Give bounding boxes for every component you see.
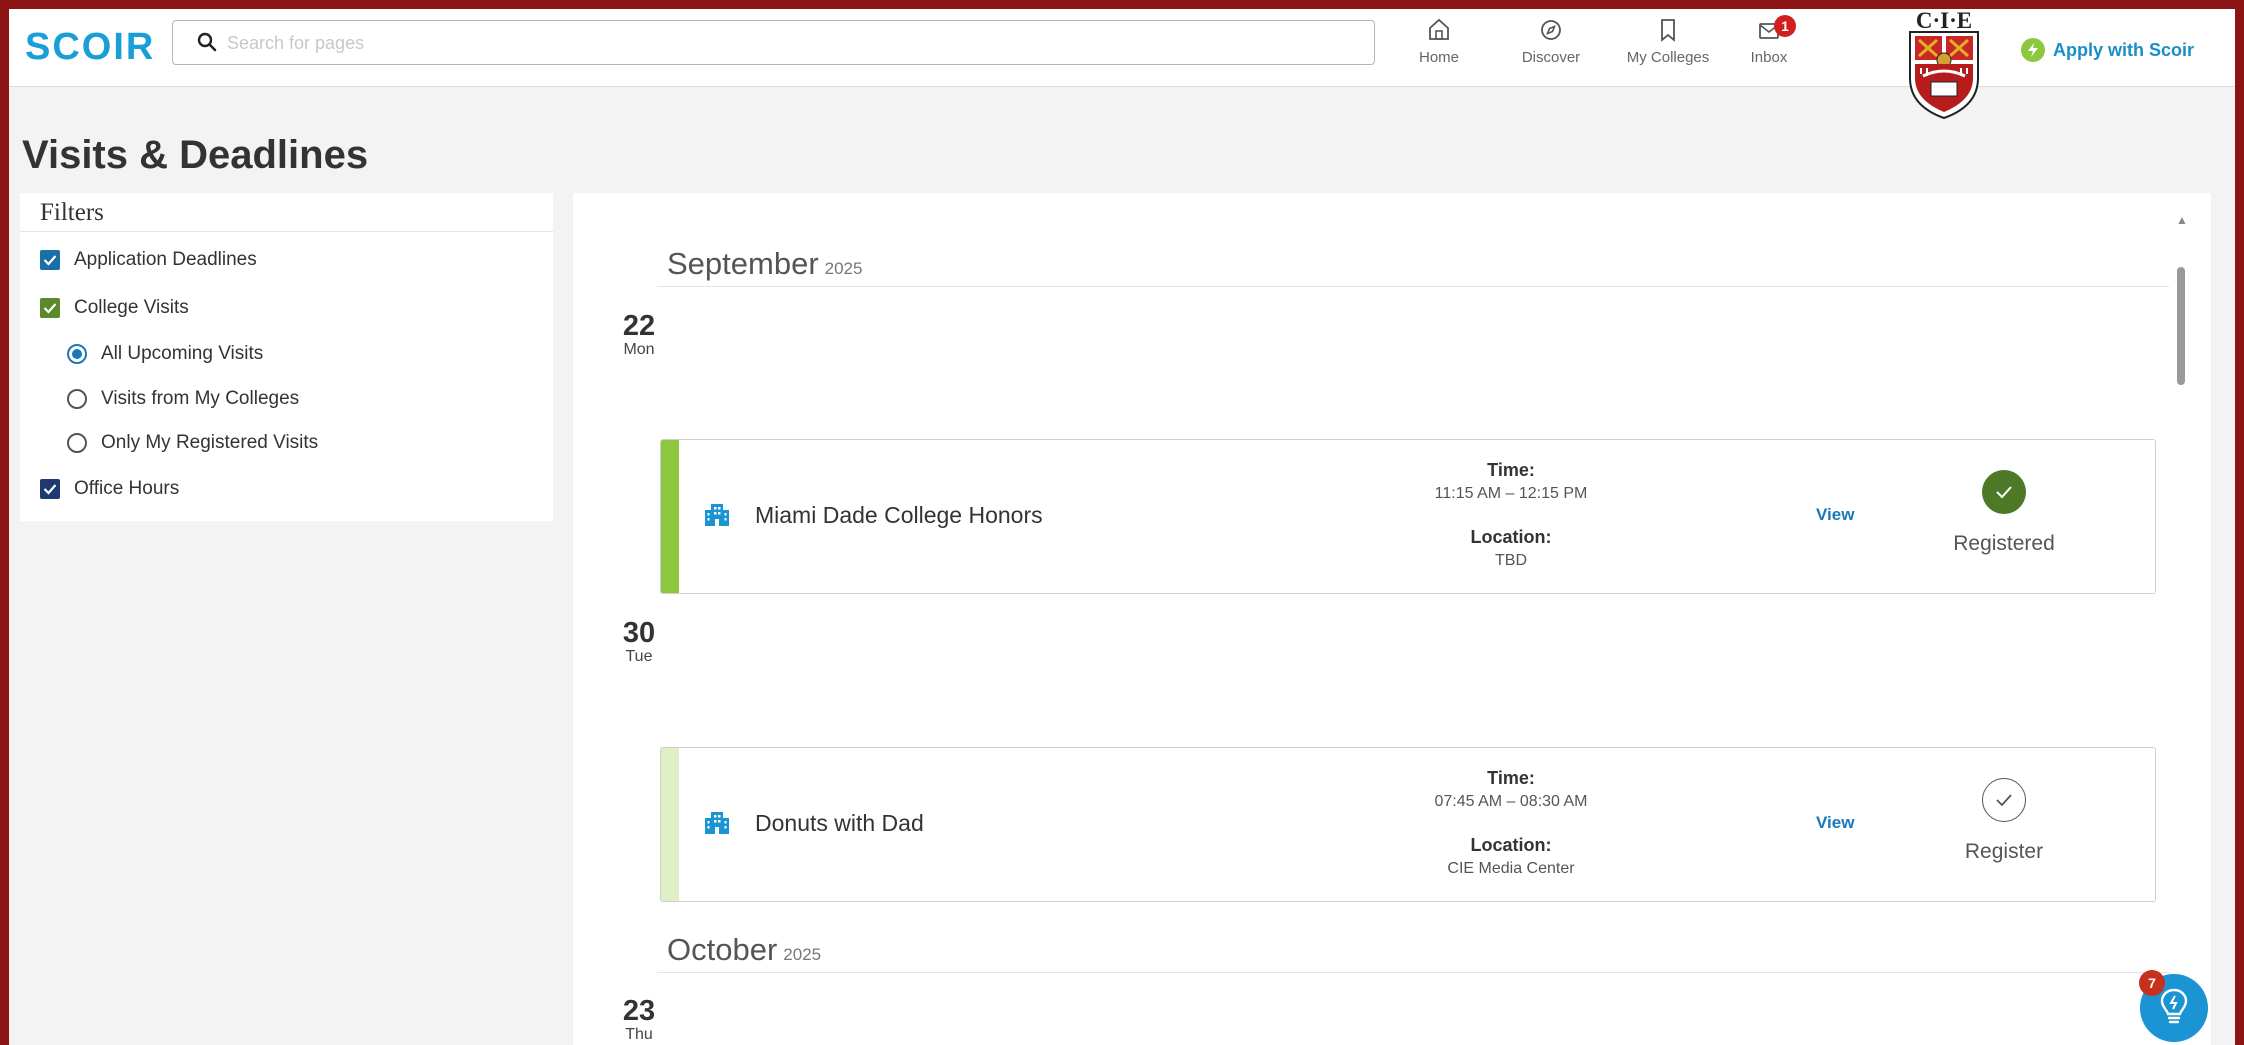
filter-all-upcoming-visits[interactable]: All Upcoming Visits xyxy=(67,343,263,365)
search-icon xyxy=(197,32,217,57)
filters-title: Filters xyxy=(40,199,104,226)
scoir-logo[interactable]: SCOIR xyxy=(25,26,155,69)
month-header-october: October 2025 xyxy=(667,932,821,968)
page-title: Visits & Deadlines xyxy=(22,133,369,177)
register-check-icon[interactable] xyxy=(1982,778,2026,822)
building-icon xyxy=(703,808,731,841)
lightbulb-icon xyxy=(2156,986,2192,1031)
location-value: CIE Media Center xyxy=(1447,860,1575,877)
month-name: September xyxy=(667,246,819,281)
filter-visits-from-my-colleges[interactable]: Visits from My Colleges xyxy=(67,388,299,410)
nav-home[interactable]: Home xyxy=(1384,17,1494,66)
checkbox-checked-icon[interactable] xyxy=(40,250,60,270)
day-of-week: Thu xyxy=(625,1026,653,1043)
location-label: Location: xyxy=(1470,835,1552,855)
filter-application-deadlines[interactable]: Application Deadlines xyxy=(40,249,257,271)
visit-title: Miami Dade College Honors xyxy=(755,502,1043,528)
visit-title: Donuts with Dad xyxy=(755,810,924,836)
inbox-icon xyxy=(1714,17,1824,47)
checkbox-checked-icon[interactable] xyxy=(40,298,60,318)
radio-unselected-icon[interactable] xyxy=(67,389,87,409)
day-of-week: Tue xyxy=(625,648,653,665)
location-value: TBD xyxy=(1495,552,1527,569)
radio-unselected-icon[interactable] xyxy=(67,433,87,453)
registered-check-icon[interactable] xyxy=(1982,470,2026,514)
day-marker: 22 Mon xyxy=(609,311,669,359)
scrollbar-thumb[interactable] xyxy=(2177,267,2185,385)
time-value: 11:15 AM – 12:15 PM xyxy=(1434,485,1588,502)
visit-status-bar xyxy=(661,440,679,593)
school-crest[interactable]: C·I·E xyxy=(1901,8,1987,122)
apply-label: Apply with Scoir xyxy=(2053,39,2195,60)
view-button[interactable]: View xyxy=(1816,813,1854,833)
filters-divider xyxy=(20,231,553,232)
filter-label: Application Deadlines xyxy=(74,249,257,270)
nav-my-colleges[interactable]: My Colleges xyxy=(1613,17,1723,66)
lightning-icon xyxy=(2021,38,2045,62)
help-notification-badge: 7 xyxy=(2139,970,2165,996)
month-divider xyxy=(657,286,2169,287)
filter-college-visits[interactable]: College Visits xyxy=(40,297,189,319)
filter-label: Visits from My Colleges xyxy=(101,388,300,409)
nav-inbox[interactable]: 1 Inbox xyxy=(1714,15,1824,66)
nav-discover-label: Discover xyxy=(1521,49,1581,66)
checkbox-checked-icon[interactable] xyxy=(40,479,60,499)
filter-only-my-registered-visits[interactable]: Only My Registered Visits xyxy=(67,432,318,454)
nav-my-colleges-label: My Colleges xyxy=(1626,49,1710,66)
registration-status: Registered xyxy=(1953,532,2055,555)
vertical-scrollbar[interactable]: ▲ xyxy=(2173,213,2189,1043)
visit-card[interactable]: Miami Dade College Honors Time: 11:15 AM… xyxy=(660,439,2156,594)
visit-card[interactable]: Donuts with Dad Time: 07:45 AM – 08:30 A… xyxy=(660,747,2156,902)
filter-label: Office Hours xyxy=(74,478,180,499)
time-label: Time: xyxy=(1487,768,1535,788)
apply-with-scoir-button[interactable]: Apply with Scoir xyxy=(2021,38,2194,62)
day-number: 23 xyxy=(622,995,656,1027)
filter-label: All Upcoming Visits xyxy=(101,343,264,364)
crest-shield-icon xyxy=(1909,31,1979,120)
nav-home-label: Home xyxy=(1418,49,1459,66)
register-button[interactable]: Register xyxy=(1904,840,2104,864)
view-button[interactable]: View xyxy=(1816,505,1854,525)
nav-discover[interactable]: Discover xyxy=(1496,17,1606,66)
search-input[interactable] xyxy=(227,29,1347,57)
visits-list-panel: September 2025 22 Mon Miami Dade College … xyxy=(573,193,2211,1045)
day-number: 22 xyxy=(622,310,656,342)
filters-panel: Filters Application Deadlines College Vi… xyxy=(20,193,553,521)
filter-label: Only My Registered Visits xyxy=(101,432,319,453)
home-icon xyxy=(1384,17,1494,47)
nav-inbox-label: Inbox xyxy=(1750,49,1788,66)
visit-status-bar xyxy=(661,748,679,901)
time-label: Time: xyxy=(1487,460,1535,480)
month-year: 2025 xyxy=(824,259,863,278)
day-marker: 23 Thu xyxy=(609,996,669,1044)
filter-office-hours[interactable]: Office Hours xyxy=(40,478,179,500)
day-of-week: Mon xyxy=(623,341,655,358)
scroll-up-arrow-icon[interactable]: ▲ xyxy=(2176,213,2188,227)
radio-selected-icon[interactable] xyxy=(67,344,87,364)
building-icon xyxy=(703,500,731,533)
location-label: Location: xyxy=(1470,527,1552,547)
bookmark-icon xyxy=(1613,17,1723,47)
filter-label: College Visits xyxy=(74,297,189,318)
day-marker: 30 Tue xyxy=(609,618,669,666)
month-name: October xyxy=(667,932,778,967)
compass-icon xyxy=(1496,17,1606,47)
month-header-september: September 2025 xyxy=(667,246,862,282)
day-number: 30 xyxy=(622,617,656,649)
search-box[interactable] xyxy=(172,20,1375,65)
month-year: 2025 xyxy=(783,945,822,964)
inbox-unread-badge: 1 xyxy=(1774,15,1796,37)
month-divider xyxy=(657,972,2169,973)
time-value: 07:45 AM – 08:30 AM xyxy=(1434,793,1588,810)
